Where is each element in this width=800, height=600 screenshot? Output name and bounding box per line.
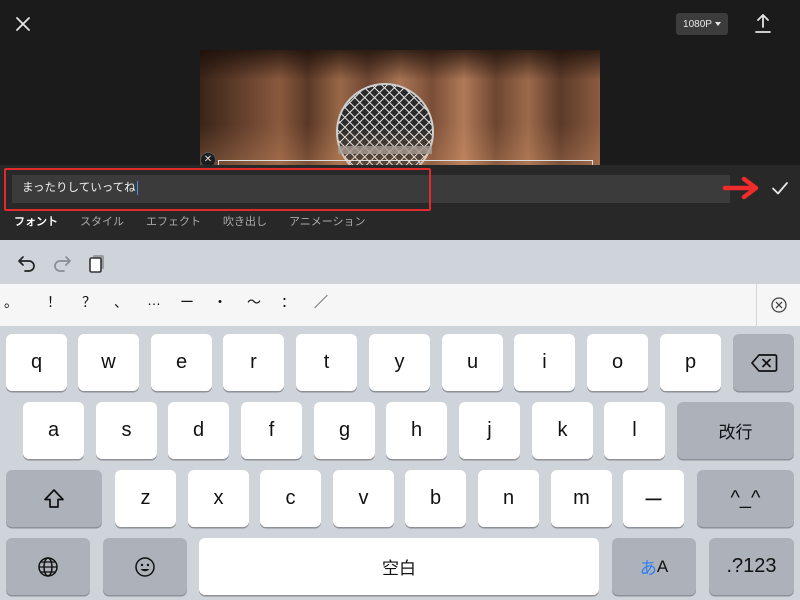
- tab-style[interactable]: スタイル: [80, 213, 124, 229]
- kana-label-hiragana: あ: [639, 559, 657, 578]
- key-l[interactable]: l: [604, 402, 665, 459]
- key-f[interactable]: f: [241, 402, 302, 459]
- key-j[interactable]: j: [459, 402, 520, 459]
- text-style-tabs: フォント スタイル エフェクト 吹き出し アニメーション: [14, 213, 388, 229]
- resolution-label: 1080P: [683, 18, 712, 30]
- candidate-item[interactable]: ！: [45, 292, 63, 312]
- red-arrow-icon: [722, 176, 759, 200]
- key-s[interactable]: s: [96, 402, 157, 459]
- emoji-icon: [135, 556, 155, 577]
- candidate-item[interactable]: 〜: [245, 292, 263, 312]
- checkmark-icon[interactable]: [768, 176, 792, 200]
- backspace-key[interactable]: [733, 334, 794, 391]
- key-a[interactable]: a: [23, 402, 84, 459]
- key-t[interactable]: t: [296, 334, 357, 391]
- return-key[interactable]: 改行: [677, 402, 794, 459]
- key-z[interactable]: z: [115, 470, 176, 527]
- export-icon[interactable]: [752, 12, 774, 36]
- candidate-item[interactable]: 。: [2, 292, 20, 312]
- space-key[interactable]: 空白: [199, 538, 599, 595]
- tab-effect[interactable]: エフェクト: [146, 213, 201, 229]
- key-long-dash[interactable]: ー: [623, 470, 684, 527]
- key-d[interactable]: d: [168, 402, 229, 459]
- backspace-icon: [750, 353, 777, 372]
- key-q[interactable]: q: [6, 334, 67, 391]
- tab-speech-bubble[interactable]: 吹き出し: [223, 213, 267, 229]
- candidate-item[interactable]: ／: [312, 292, 330, 312]
- redo-icon[interactable]: [51, 252, 73, 274]
- tab-animation[interactable]: アニメーション: [289, 213, 366, 229]
- key-k[interactable]: k: [532, 402, 593, 459]
- tab-font[interactable]: フォント: [14, 213, 58, 229]
- candidate-item[interactable]: ー: [178, 292, 196, 312]
- emoji-key[interactable]: [103, 538, 187, 595]
- emoticon-key[interactable]: ^_^: [697, 470, 794, 527]
- key-r[interactable]: r: [223, 334, 284, 391]
- video-preview[interactable]: [200, 50, 600, 165]
- caret-down-icon: [714, 22, 721, 26]
- key-o[interactable]: o: [587, 334, 648, 391]
- key-y[interactable]: y: [369, 334, 430, 391]
- key-w[interactable]: w: [78, 334, 139, 391]
- candidate-item[interactable]: ・: [211, 292, 229, 312]
- shift-key[interactable]: [6, 470, 102, 527]
- key-c[interactable]: c: [260, 470, 321, 527]
- globe-icon: [38, 556, 58, 577]
- key-b[interactable]: b: [405, 470, 466, 527]
- key-u[interactable]: u: [442, 334, 503, 391]
- undo-icon[interactable]: [16, 252, 38, 274]
- key-i[interactable]: i: [514, 334, 575, 391]
- candidate-item[interactable]: ？: [80, 292, 98, 312]
- kana-toggle-key[interactable]: あA: [612, 538, 696, 595]
- key-g[interactable]: g: [314, 402, 375, 459]
- clipboard-icon[interactable]: [86, 252, 108, 274]
- keyboard-toolbar: [0, 240, 800, 284]
- key-m[interactable]: m: [551, 470, 612, 527]
- close-icon[interactable]: [12, 13, 34, 35]
- numbers-key[interactable]: .?123: [709, 538, 794, 595]
- key-e[interactable]: e: [151, 334, 212, 391]
- key-h[interactable]: h: [386, 402, 447, 459]
- shift-icon: [44, 488, 64, 508]
- key-x[interactable]: x: [188, 470, 249, 527]
- clear-candidates-button[interactable]: [756, 284, 800, 326]
- key-n[interactable]: n: [478, 470, 539, 527]
- clear-circle-icon: [770, 297, 787, 313]
- kana-label-alpha: A: [656, 556, 669, 576]
- candidate-item[interactable]: …: [145, 292, 163, 308]
- candidate-item[interactable]: ：: [279, 292, 297, 312]
- microphone-image: [336, 83, 434, 165]
- key-p[interactable]: p: [660, 334, 721, 391]
- annotation-highlight-box: [4, 168, 431, 211]
- key-v[interactable]: v: [333, 470, 394, 527]
- globe-key[interactable]: [6, 538, 90, 595]
- candidate-item[interactable]: 、: [112, 292, 130, 312]
- resolution-dropdown[interactable]: 1080P: [676, 13, 728, 35]
